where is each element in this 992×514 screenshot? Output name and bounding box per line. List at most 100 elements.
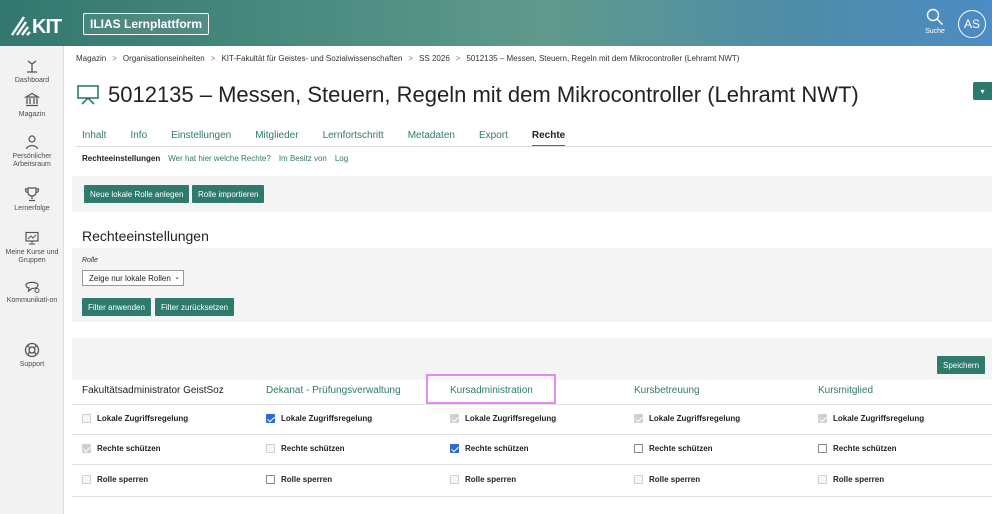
breadcrumb-separator-icon: >	[112, 54, 117, 63]
permission-cell-local-access-rule: Lokale Zugriffsregelung	[82, 414, 188, 423]
breadcrumb-item[interactable]: SS 2026	[419, 54, 450, 63]
subtab-rechteeinstellungen[interactable]: Rechteeinstellungen	[82, 154, 160, 163]
permission-cell-protect-rights: Rechte schützen	[450, 444, 529, 453]
lock-role-checkbox	[818, 475, 827, 484]
title-row: 5012135 – Messen, Steuern, Regeln mit de…	[76, 82, 859, 108]
permission-label: Lokale Zugriffsregelung	[97, 414, 189, 423]
role-column-header[interactable]: Dekanat - Prüfungsverwaltung	[266, 385, 401, 396]
row-divider	[72, 496, 992, 497]
permission-label: Lokale Zugriffsregelung	[281, 414, 373, 423]
sidebar-item-achievements[interactable]: Lernerfolge	[0, 186, 64, 213]
sidebar-item-label: Magazin	[18, 111, 46, 118]
tab-metadaten[interactable]: Metadaten	[408, 130, 455, 147]
role-column-header[interactable]: Kursbetreuung	[634, 385, 700, 396]
permission-cell-protect-rights: Rechte schützen	[634, 444, 713, 453]
breadcrumb: Magazin > Organisationseinheiten > KIT-Fak…	[76, 54, 739, 63]
subtab-wer-hat-rechte[interactable]: Wer hat hier welche Rechte?	[168, 154, 271, 163]
sidebar-item-support[interactable]: Support	[0, 342, 64, 369]
protect-rights-checkbox	[266, 444, 275, 453]
app-title[interactable]: ILIAS Lernplattform	[83, 13, 210, 35]
permission-label: Rolle sperren	[833, 475, 885, 484]
protect-rights-checkbox[interactable]	[634, 444, 643, 453]
role-filter-select[interactable]: Zeige nur lokale Rollen ⌄	[82, 270, 184, 286]
sidebar-item-communication[interactable]: Kommunikati-on	[0, 278, 64, 305]
role-column-header: Fakultätsadministrator GeistSoz	[82, 385, 224, 396]
sidebar-item-label: Support	[19, 361, 45, 368]
subtab-bar: Rechteeinstellungen Wer hat hier welche …	[82, 154, 348, 163]
permission-label: Rolle sperren	[465, 475, 517, 484]
permission-label: Lokale Zugriffsregelung	[833, 414, 925, 423]
lock-role-checkbox	[82, 475, 91, 484]
sidebar-item-dashboard[interactable]: Dashboard	[0, 58, 64, 85]
sidebar-item-workspace[interactable]: Persönlicher Arbeitsraum	[0, 134, 64, 169]
subtab-log[interactable]: Log	[335, 154, 348, 163]
local-access-rule-checkbox	[818, 414, 827, 423]
breadcrumb-item[interactable]: KIT-Fakultät für Geistes- und Sozialwiss…	[221, 54, 402, 63]
row-divider	[72, 404, 992, 405]
role-column-header[interactable]: Kursmitglied	[818, 385, 873, 396]
protect-rights-checkbox[interactable]	[818, 444, 827, 453]
tab-inhalt[interactable]: Inhalt	[82, 130, 106, 147]
section-title: Rechteeinstellungen	[82, 228, 209, 244]
local-access-rule-checkbox	[450, 414, 459, 423]
search-label: Suche	[925, 28, 945, 35]
sidebar-item-label: Meine Kurse und Gruppen	[5, 249, 59, 264]
import-role-button[interactable]: Rolle importieren	[192, 185, 265, 203]
permission-label: Lokale Zugriffsregelung	[465, 414, 557, 423]
actions-dropdown-button[interactable]: ▾	[973, 82, 992, 100]
permission-cell-protect-rights: Rechte schützen	[82, 444, 161, 453]
caret-down-icon: ▾	[980, 86, 985, 96]
sidebar-item-label: Kommunikati-on	[6, 297, 58, 304]
lock-role-checkbox	[634, 475, 643, 484]
tab-info[interactable]: Info	[130, 130, 147, 147]
reset-filter-button[interactable]: Filter zurücksetzen	[155, 298, 235, 316]
library-icon	[24, 92, 40, 107]
breadcrumb-separator-icon: >	[455, 54, 461, 63]
sidebar-item-magazin[interactable]: Magazin	[0, 92, 64, 119]
subtab-im-besitz-von[interactable]: Im Besitz von	[279, 154, 327, 163]
tab-bar: Inhalt Info Einstellungen Mitglieder Ler…	[82, 130, 589, 147]
permission-cell-local-access-rule: Lokale Zugriffsregelung	[818, 414, 924, 423]
local-access-rule-checkbox[interactable]	[266, 414, 275, 423]
permission-label: Lokale Zugriffsregelung	[649, 414, 741, 423]
lock-role-checkbox[interactable]	[266, 475, 275, 484]
breadcrumb-item[interactable]: Magazin	[76, 54, 106, 63]
avatar[interactable]: AS	[958, 10, 986, 38]
chevron-down-icon: ⌄	[174, 274, 180, 281]
permission-cell-local-access-rule: Lokale Zugriffsregelung	[266, 414, 372, 423]
tab-einstellungen[interactable]: Einstellungen	[171, 130, 231, 147]
tab-mitglieder[interactable]: Mitglieder	[255, 130, 298, 147]
permission-label: Rechte schützen	[649, 444, 713, 453]
tab-divider	[76, 146, 992, 147]
sidebar-item-label: Dashboard	[14, 77, 50, 84]
sidebar-item-label: Persönlicher Arbeitsraum	[12, 153, 52, 168]
apply-filter-button[interactable]: Filter anwenden	[82, 298, 151, 316]
local-access-rule-checkbox	[82, 414, 91, 423]
breadcrumb-item[interactable]: Organisationseinheiten	[123, 54, 205, 63]
kit-logo[interactable]: KIT	[10, 10, 74, 38]
tab-export[interactable]: Export	[479, 130, 508, 147]
save-button[interactable]: Speichern	[937, 356, 986, 374]
row-divider	[72, 434, 992, 435]
person-icon	[25, 135, 39, 150]
sidebar-item-courses[interactable]: Meine Kurse und Gruppen	[0, 230, 64, 265]
trophy-icon	[24, 187, 40, 202]
permission-cell-lock-role: Rolle sperren	[266, 475, 332, 484]
top-bar: KIT ILIAS Lernplattform Suche AS	[0, 0, 992, 46]
permission-cell-protect-rights: Rechte schützen	[818, 444, 897, 453]
protect-rights-checkbox[interactable]	[450, 444, 459, 453]
permission-label: Rechte schützen	[833, 444, 897, 453]
search-button[interactable]: Suche	[922, 8, 948, 42]
page-title: 5012135 – Messen, Steuern, Regeln mit de…	[108, 82, 859, 107]
permission-cell-local-access-rule: Lokale Zugriffsregelung	[634, 414, 740, 423]
search-icon	[926, 8, 943, 25]
dashboard-icon	[27, 60, 37, 73]
new-local-role-button[interactable]: Neue lokale Rolle anlegen	[84, 185, 190, 203]
breadcrumb-separator-icon: >	[408, 54, 414, 63]
breadcrumb-separator-icon: >	[210, 54, 216, 63]
main-sidebar: Dashboard Magazin Persönlicher Arbeitsra…	[0, 46, 64, 514]
tab-rechte[interactable]: Rechte	[531, 130, 566, 147]
breadcrumb-item[interactable]: 5012135 – Messen, Steuern, Regeln mit de…	[466, 54, 739, 63]
tab-lernfortschritt[interactable]: Lernfortschritt	[323, 130, 384, 147]
sidebar-item-label: Lernerfolge	[14, 205, 50, 212]
